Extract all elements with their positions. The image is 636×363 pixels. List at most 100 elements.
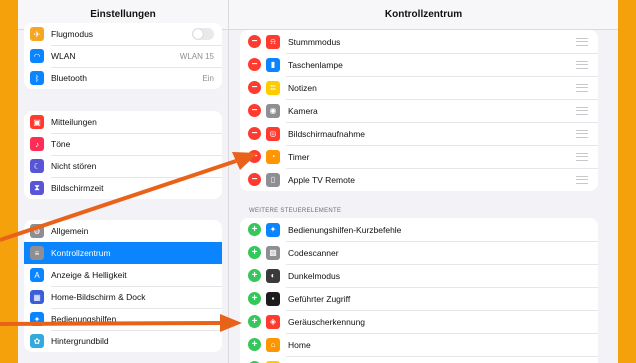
sidebar-item-value: Ein — [202, 73, 214, 83]
moon-icon: ☾ — [30, 159, 44, 173]
lock-icon: ▪ — [266, 291, 280, 306]
sidebar-item-bedienungshilfen[interactable]: ✦ Bedienungshilfen — [24, 308, 222, 330]
control-label: Timer — [288, 151, 310, 162]
remove-control-button[interactable]: − — [248, 81, 261, 94]
reorder-handle-icon[interactable] — [576, 60, 588, 69]
add-control-button[interactable]: + — [248, 292, 261, 305]
included-controls-list: − ⍾ Stummmodus − ▮ Taschenlampe − ≣ Notizen − ◉ Kam… — [240, 30, 598, 191]
control-label: Notizen — [288, 82, 317, 93]
grid-icon: ▦ — [30, 290, 44, 304]
flashlight-icon: ▮ — [266, 57, 280, 72]
control-row-codescanner: + ▩ Codescanner — [240, 241, 598, 264]
remove-control-button[interactable]: − — [248, 35, 261, 48]
notes-icon: ≣ — [266, 80, 280, 95]
remove-control-button[interactable]: − — [248, 127, 261, 140]
reorder-handle-icon[interactable] — [576, 152, 588, 161]
control-label: Bildschirmaufnahme — [288, 128, 366, 139]
toggles-icon: ≡ — [30, 246, 44, 260]
remove-control-button[interactable]: − — [248, 150, 261, 163]
record-icon: ◎ — [266, 126, 280, 141]
sidebar-item-label: Mitteilungen — [51, 117, 97, 127]
sidebar-item-bildschirmzeit[interactable]: ⧗ Bildschirmzeit — [24, 177, 222, 199]
reorder-handle-icon[interactable] — [576, 175, 588, 184]
sound-recognition-icon: ◈ — [266, 314, 280, 329]
control-label: Stummmodus — [288, 36, 341, 47]
reorder-handle-icon[interactable] — [576, 129, 588, 138]
sidebar-item-wlan[interactable]: ◠ WLAN WLAN 15 — [24, 45, 222, 67]
sidebar-item-töne[interactable]: ♪ Töne — [24, 133, 222, 155]
control-label: Apple TV Remote — [288, 174, 355, 185]
control-row-stummmodus: − ⍾ Stummmodus — [240, 30, 598, 53]
control-row-taschenlampe: − ▮ Taschenlampe — [240, 53, 598, 76]
sidebar-item-allgemein[interactable]: ⚙ Allgemein — [24, 220, 222, 242]
add-control-button[interactable]: + — [248, 315, 261, 328]
control-label: Home — [288, 339, 311, 350]
sidebar-item-flugmodus[interactable]: ✈ Flugmodus — [24, 23, 222, 45]
airplane-icon: ✈ — [30, 27, 44, 41]
dark-mode-icon: ◐ — [266, 268, 280, 283]
sidebar-item-label: Bluetooth — [51, 73, 87, 83]
add-control-button[interactable]: + — [248, 269, 261, 282]
control-label: Dunkelmodus — [288, 270, 340, 281]
control-center-pane: Kontrollzentrum − ⍾ Stummmodus − ▮ Taschenlam… — [229, 0, 618, 363]
sidebar-item-bluetooth[interactable]: ᛒ Bluetooth Ein — [24, 67, 222, 89]
add-control-button[interactable]: + — [248, 246, 261, 259]
airplane-mode-toggle[interactable] — [192, 28, 214, 40]
remote-icon: ▯ — [266, 172, 280, 187]
more-controls-list: + ✦ Bedienungshilfen-Kurzbefehle + ▩ Codescan… — [240, 218, 598, 363]
sidebar-group-connectivity: ✈ Flugmodus ◠ WLAN WLAN 15 ᛒ Bluetooth Ein — [24, 23, 222, 89]
sidebar-item-label: Bildschirmzeit — [51, 183, 104, 193]
remove-control-button[interactable]: − — [248, 173, 261, 186]
sidebar-item-label: Home-Bildschirm & Dock — [51, 292, 146, 302]
camera-icon: ◉ — [266, 103, 280, 118]
section-header-more-controls: WEITERE STEUERELEMENTE — [249, 208, 342, 214]
wifi-icon: ◠ — [30, 49, 44, 63]
sidebar-group-notifications: ▣ Mitteilungen ♪ Töne ☾ Nicht stören ⧗ Bildschi… — [24, 111, 222, 199]
sidebar-item-value: WLAN 15 — [179, 51, 214, 61]
sidebar-item-label: Bedienungshilfen — [51, 314, 117, 324]
accessibility-icon: ✦ — [30, 312, 44, 326]
control-label: Kamera — [288, 105, 318, 116]
sidebar-item-nicht-stören[interactable]: ☾ Nicht stören — [24, 155, 222, 177]
sidebar-item-hintergrundbild[interactable]: ✿ Hintergrundbild — [24, 330, 222, 352]
control-label: Taschenlampe — [288, 59, 343, 70]
reorder-handle-icon[interactable] — [576, 37, 588, 46]
accessibility-icon: ✦ — [266, 222, 280, 237]
sidebar-item-label: Flugmodus — [51, 29, 94, 39]
sidebar-item-kontrollzentrum[interactable]: ≡ Kontrollzentrum — [24, 242, 222, 264]
ipad-screen: Einstellungen ✈ Flugmodus ◠ WLAN WLAN 15 ᛒ Blu… — [18, 0, 618, 363]
text-size-icon: A — [30, 268, 44, 282]
sidebar-item-label: Hintergrundbild — [51, 336, 109, 346]
sounds-icon: ♪ — [30, 137, 44, 151]
control-label: Geräuscherkennung — [288, 316, 366, 327]
sidebar-item-home-bildschirm-dock[interactable]: ▦ Home-Bildschirm & Dock — [24, 286, 222, 308]
remove-control-button[interactable]: − — [248, 58, 261, 71]
bluetooth-icon: ᛒ — [30, 71, 44, 85]
sidebar-item-label: Nicht stören — [51, 161, 97, 171]
hourglass-icon: ⧗ — [30, 181, 44, 195]
home-icon: ⌂ — [266, 337, 280, 352]
control-label: Codescanner — [288, 247, 339, 258]
control-row-apple-tv-remote: − ▯ Apple TV Remote — [240, 168, 598, 191]
sidebar-item-label: Kontrollzentrum — [51, 248, 111, 258]
remove-control-button[interactable]: − — [248, 104, 261, 117]
control-row-dunkelmodus: + ◐ Dunkelmodus — [240, 264, 598, 287]
sidebar-item-label: Allgemein — [51, 226, 89, 236]
sidebar-item-anzeige-helligkeit[interactable]: A Anzeige & Helligkeit — [24, 264, 222, 286]
sidebar-item-mitteilungen[interactable]: ▣ Mitteilungen — [24, 111, 222, 133]
timer-icon: ◔ — [266, 149, 280, 164]
control-row-notizen: − ≣ Notizen — [240, 76, 598, 99]
flower-icon: ✿ — [30, 334, 44, 348]
control-row-bedienungshilfen-kurzbefehle: + ✦ Bedienungshilfen-Kurzbefehle — [240, 218, 598, 241]
add-control-button[interactable]: + — [248, 223, 261, 236]
add-control-button[interactable]: + — [248, 338, 261, 351]
reorder-handle-icon[interactable] — [576, 106, 588, 115]
gear-icon: ⚙ — [30, 224, 44, 238]
bell-icon: ⍾ — [266, 34, 280, 49]
reorder-handle-icon[interactable] — [576, 83, 588, 92]
control-row-item: +· — [240, 356, 598, 363]
notifications-icon: ▣ — [30, 115, 44, 129]
qr-icon: ▩ — [266, 245, 280, 260]
control-row-timer: − ◔ Timer — [240, 145, 598, 168]
pane-title: Kontrollzentrum — [229, 0, 618, 30]
